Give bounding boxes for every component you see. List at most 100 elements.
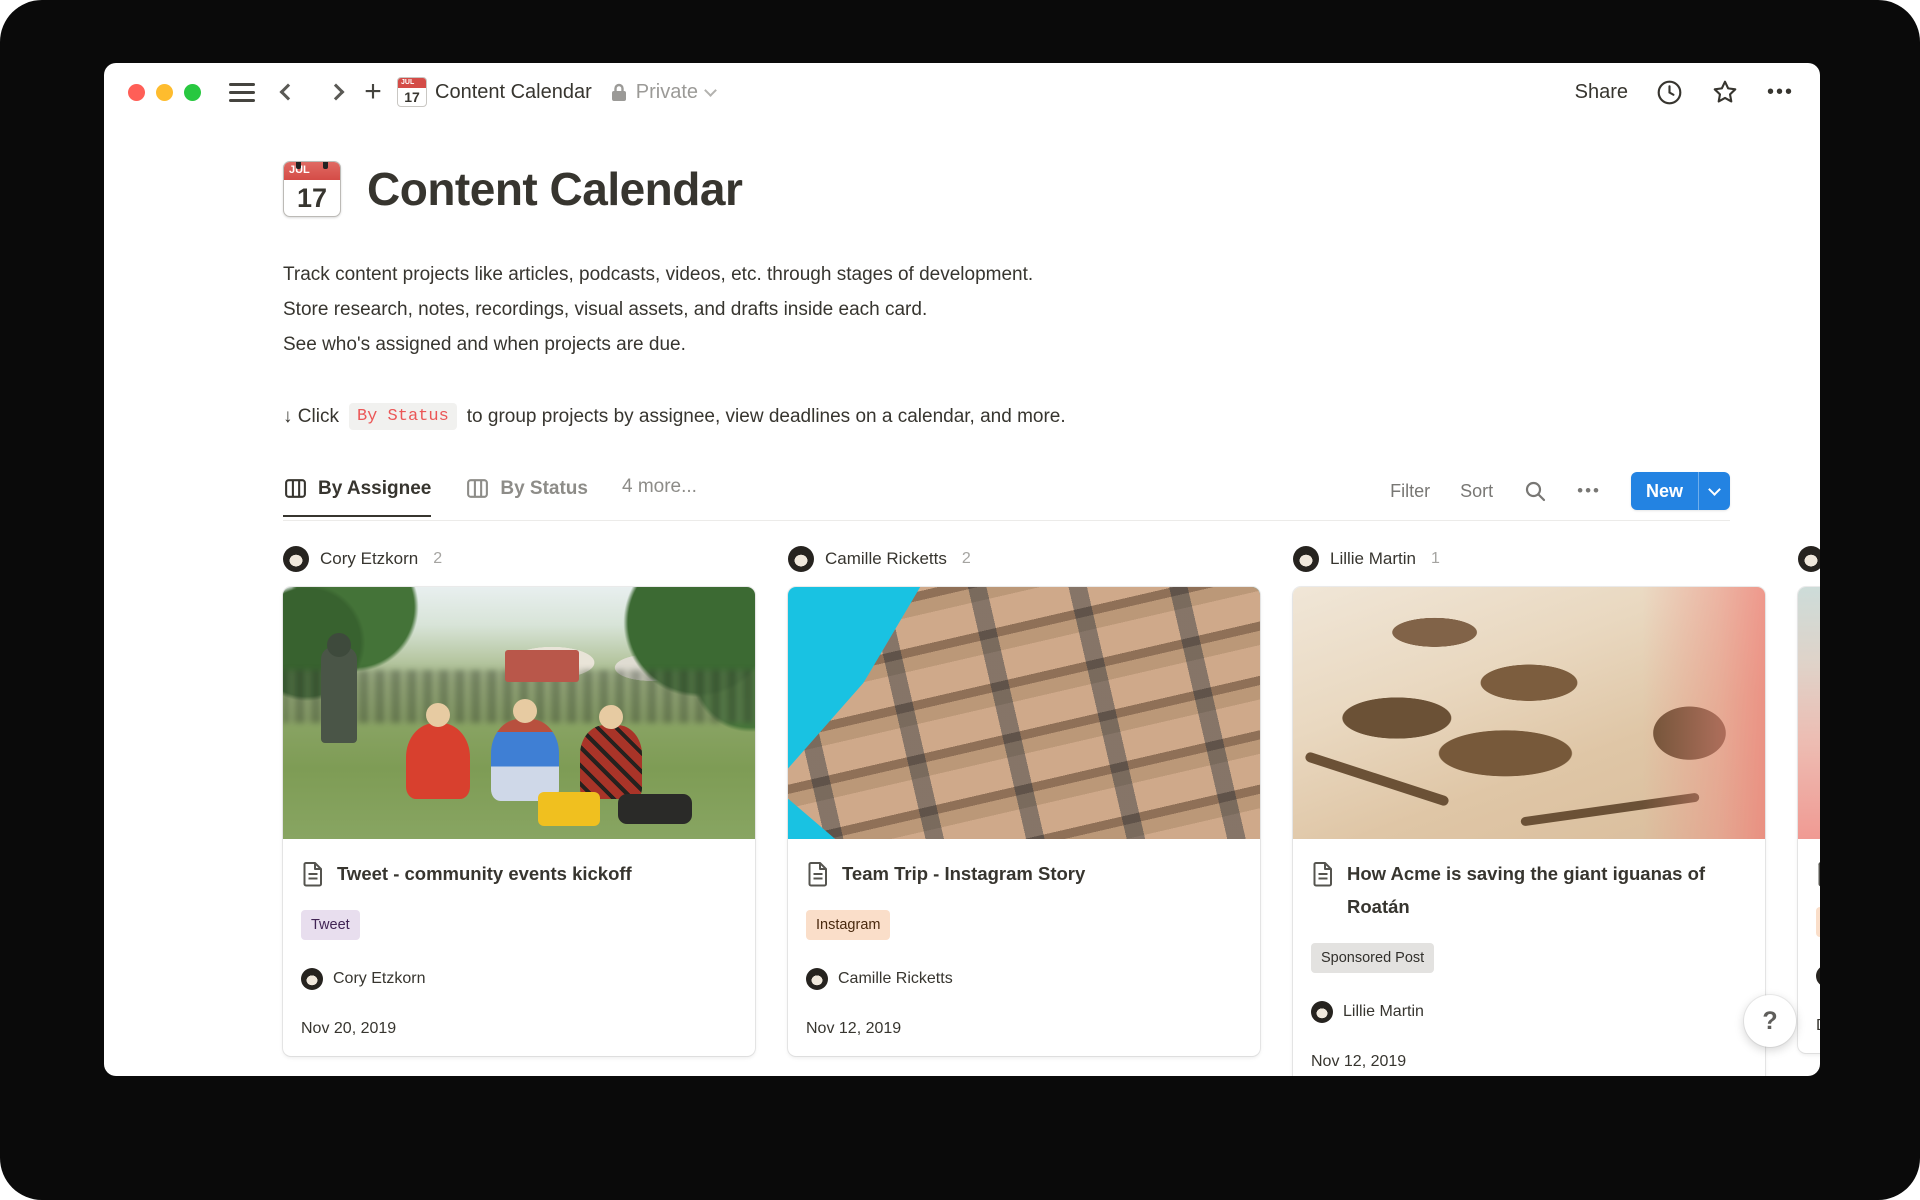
tab-more-views[interactable]: 4 more...: [622, 476, 697, 514]
page-icon: [301, 861, 325, 887]
column-header[interactable]: [1798, 545, 1820, 573]
new-button[interactable]: New: [1631, 472, 1730, 510]
page-content: JUL 17 Content Calendar Track content pr…: [104, 161, 1820, 1076]
calendar-icon-day: 17: [398, 88, 426, 106]
page-title: Content Calendar: [367, 162, 742, 216]
card-assignee: Cory Etzkorn: [301, 968, 737, 990]
card-title: Team Trip - Instagram Story: [842, 857, 1085, 890]
view-bar: By Assignee By Status 4 more... Filter S…: [283, 472, 1730, 521]
close-window-button[interactable]: [128, 84, 145, 101]
board-column-cory: Cory Etzkorn 2: [283, 545, 755, 1056]
calendar-icon-month: JUL: [284, 162, 340, 180]
calendar-icon-day: 17: [284, 180, 340, 216]
breadcrumb-page-title[interactable]: Content Calendar: [435, 81, 592, 104]
assignee-avatar: [301, 968, 323, 990]
column-name: Camille Ricketts: [825, 549, 947, 569]
tab-label: 4 more...: [622, 476, 697, 498]
assignee-avatar: [1798, 546, 1820, 572]
view-options-icon[interactable]: •••: [1577, 481, 1601, 501]
page-icon: [1816, 861, 1820, 887]
assignee-avatar: [806, 968, 828, 990]
column-name: Cory Etzkorn: [320, 549, 418, 569]
favorite-star-icon[interactable]: [1711, 78, 1739, 106]
chevron-left-icon: [280, 84, 297, 101]
card-title: How Acme is saving the giant iguanas of …: [1347, 857, 1747, 923]
content-card[interactable]: V D: [1798, 587, 1820, 1053]
calendar-icon-month: JUL: [398, 78, 426, 88]
chevron-down-icon: [1708, 483, 1721, 496]
share-button[interactable]: Share: [1575, 81, 1628, 104]
zoom-window-button[interactable]: [184, 84, 201, 101]
callout-line: ↓ Click By Status to group projects by a…: [283, 403, 1820, 430]
assignee-avatar: [1293, 546, 1319, 572]
card-cover-festival-photo: [283, 587, 755, 839]
board-column-lillie: Lillie Martin 1: [1293, 545, 1765, 1076]
chevron-right-icon: [328, 84, 345, 101]
privacy-menu[interactable]: Private: [610, 81, 715, 104]
description-line: Store research, notes, recordings, visua…: [283, 292, 1820, 327]
card-tag: V: [1816, 907, 1820, 937]
board-column-camille: Camille Ricketts 2: [788, 545, 1260, 1056]
assignee-avatar: [1816, 965, 1820, 987]
page-icon-calendar[interactable]: JUL 17: [283, 161, 341, 217]
traffic-lights: [128, 84, 201, 101]
column-count: 2: [433, 550, 442, 568]
card-cover-building-photo: [788, 587, 1260, 839]
card-assignee: Lillie Martin: [1311, 1001, 1747, 1023]
tab-label: By Assignee: [318, 478, 431, 500]
board-view-icon: [465, 476, 490, 501]
card-date: Nov 12, 2019: [806, 1020, 1242, 1038]
content-card[interactable]: How Acme is saving the giant iguanas of …: [1293, 587, 1765, 1076]
page-description: Track content projects like articles, po…: [283, 257, 1820, 362]
sort-button[interactable]: Sort: [1460, 481, 1493, 502]
filter-button[interactable]: Filter: [1390, 481, 1430, 502]
column-header[interactable]: Lillie Martin 1: [1293, 545, 1765, 573]
updates-clock-icon[interactable]: [1656, 79, 1683, 106]
assignee-avatar: [283, 546, 309, 572]
forward-button[interactable]: [319, 75, 353, 109]
callout-prefix: ↓ Click: [283, 406, 339, 428]
card-date: Nov 12, 2019: [1311, 1053, 1747, 1071]
minimize-window-button[interactable]: [156, 84, 173, 101]
description-line: Track content projects like articles, po…: [283, 257, 1820, 292]
card-cover-iguanas-photo: [1293, 587, 1765, 839]
new-button-label[interactable]: New: [1631, 472, 1698, 510]
content-card[interactable]: Tweet - community events kickoff Tweet C…: [283, 587, 755, 1056]
board-column-partial: V D: [1798, 545, 1820, 1053]
sidebar-toggle-icon[interactable]: [229, 83, 255, 102]
titlebar: + JUL 17 Content Calendar Private Share …: [104, 63, 1820, 121]
column-count: 2: [962, 550, 971, 568]
page-icon: [1311, 861, 1335, 887]
new-page-button[interactable]: +: [363, 75, 397, 109]
column-count: 1: [1431, 550, 1440, 568]
column-header[interactable]: Cory Etzkorn 2: [283, 545, 755, 573]
description-line: See who's assigned and when projects are…: [283, 327, 1820, 362]
board-view-icon: [283, 476, 308, 501]
callout-suffix: to group projects by assignee, view dead…: [467, 406, 1066, 428]
tab-by-assignee[interactable]: By Assignee: [283, 476, 431, 517]
card-tag: Sponsored Post: [1311, 943, 1434, 973]
card-date: D: [1816, 1017, 1820, 1035]
card-cover-gradient-photo: [1798, 587, 1820, 839]
callout-code-chip: By Status: [349, 403, 457, 430]
assignee-avatar: [1311, 1001, 1333, 1023]
new-button-dropdown[interactable]: [1698, 472, 1730, 510]
assignee-avatar: [788, 546, 814, 572]
content-card[interactable]: Team Trip - Instagram Story Instagram Ca…: [788, 587, 1260, 1056]
page-calendar-icon: JUL 17: [397, 77, 427, 107]
plus-icon: +: [364, 77, 382, 107]
help-button[interactable]: ?: [1744, 995, 1796, 1047]
column-name: Lillie Martin: [1330, 549, 1416, 569]
search-icon[interactable]: [1523, 479, 1547, 503]
tab-by-status[interactable]: By Status: [465, 476, 588, 517]
column-header[interactable]: Camille Ricketts 2: [788, 545, 1260, 573]
card-assignee: Camille Ricketts: [806, 968, 1242, 990]
board: Cory Etzkorn 2: [283, 545, 1820, 1076]
chevron-down-icon: [704, 84, 717, 97]
page-icon: [806, 861, 830, 887]
back-button[interactable]: [271, 75, 305, 109]
notion-window: + JUL 17 Content Calendar Private Share …: [104, 63, 1820, 1076]
card-tag: Instagram: [806, 910, 890, 940]
more-options-icon[interactable]: •••: [1767, 81, 1794, 104]
card-title: Tweet - community events kickoff: [337, 857, 632, 890]
